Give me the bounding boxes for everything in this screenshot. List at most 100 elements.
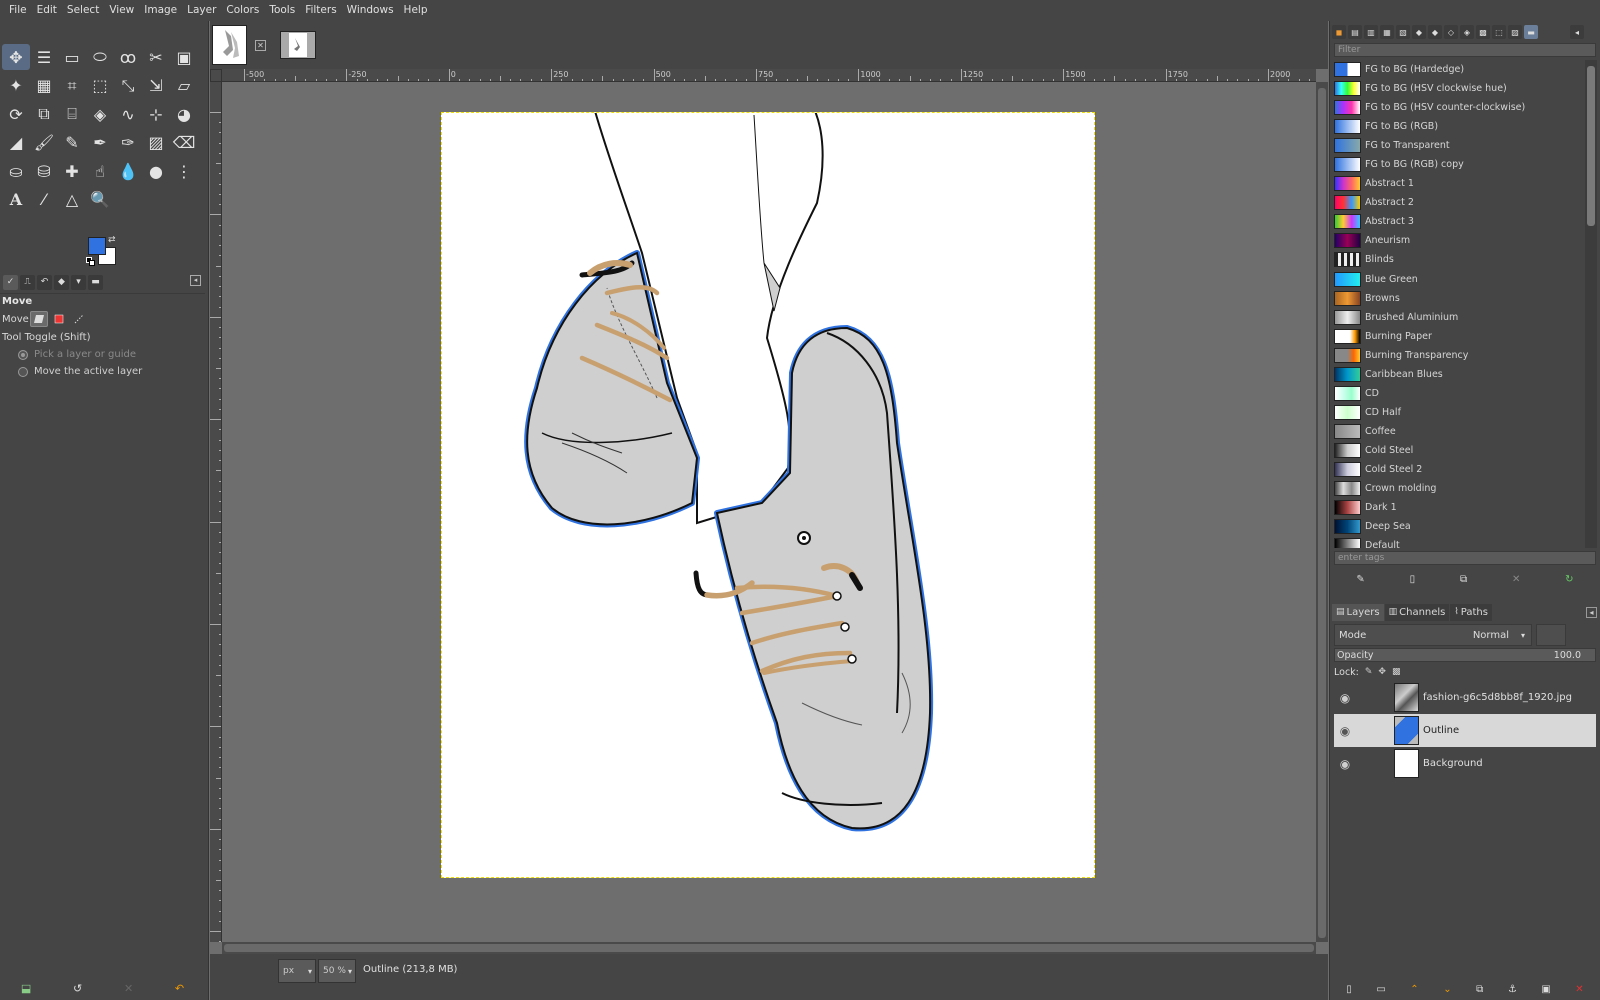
lower-layer-icon[interactable]: ⌄ [1443,984,1451,995]
warp-transform-icon[interactable]: ⤡ [114,73,142,99]
gradient-item[interactable]: Deep Sea [1334,517,1584,536]
tab-paths[interactable]: ⌇ Paths [1450,603,1492,621]
dodge-burn-icon[interactable]: ● [142,158,170,184]
menu-edit[interactable]: Edit [32,0,62,21]
new-layer-icon[interactable]: ▯ [1346,984,1352,995]
delete-options-icon[interactable]: ✕ [124,982,133,995]
panel-menu-icon[interactable]: ◂ [190,275,201,286]
menu-help[interactable]: Help [399,0,433,21]
brushes-tab-icon[interactable]: ◼ [1332,25,1346,39]
3d-transform-icon[interactable]: ◈ [86,101,114,127]
lock-alpha-icon[interactable]: ▩ [1392,667,1401,677]
patterns-tab-icon[interactable]: ▤ [1348,25,1362,39]
opacity-slider[interactable]: Opacity 100.0 [1334,648,1596,662]
gradient-item[interactable]: Coffee [1334,422,1584,441]
ink-tool-icon[interactable]: ✑ [114,130,142,156]
reset-options-icon[interactable]: ↶ [175,982,184,995]
clone-tool-icon[interactable]: ⛀ [2,158,30,184]
composite-mode-button[interactable] [1536,624,1566,646]
eye-icon[interactable]: ◉ [1334,691,1356,705]
cage-transform-icon[interactable]: ∿ [114,101,142,127]
foreground-select-icon[interactable]: ▣ [170,44,198,70]
save-options-icon[interactable]: ⬓ [21,982,31,995]
move-layer-mode-icon[interactable] [30,311,48,327]
images-tab-icon[interactable]: ◆ [54,274,69,290]
menu-view[interactable]: View [104,0,139,21]
anchor-layer-icon[interactable]: ⚓ [1508,984,1517,995]
ellipse-select-icon[interactable]: ⬭ [86,44,114,70]
horizontal-scrollbar[interactable] [222,942,1316,954]
airbrush-icon[interactable]: ✒ [86,130,114,156]
restore-options-icon[interactable]: ↺ [73,982,82,995]
gradient-item[interactable]: Cold Steel [1334,441,1584,460]
delete-layer-icon[interactable]: ✕ [1575,984,1583,995]
gradient-item[interactable]: FG to BG (RGB) copy [1334,155,1584,174]
color-select-icon[interactable]: ▦ [30,73,58,99]
layer-row[interactable]: ◉ Background [1334,747,1596,780]
paintbrush-icon[interactable]: 🖌 [30,130,58,156]
gradient-item[interactable]: Cold Steel 2 [1334,460,1584,479]
gradient-item[interactable]: Aneurism [1334,231,1584,250]
tab-channels[interactable]: ▥ Channels [1384,603,1450,621]
new-layer-group-icon[interactable]: ▭ [1376,984,1385,995]
gradient-item[interactable]: Crown molding [1334,479,1584,498]
vertical-scrollbar-thumb[interactable] [1318,88,1326,938]
delete-gradient-icon[interactable]: ✕ [1512,574,1520,585]
color-picker-icon[interactable]: ⁄ [30,187,58,213]
menu-select[interactable]: Select [62,0,104,21]
horizontal-scrollbar-thumb[interactable] [224,944,1314,952]
eraser-icon[interactable]: ⌫ [170,130,198,156]
gradient-list-scrollbar-thumb[interactable] [1587,66,1595,226]
eye-icon[interactable]: ◉ [1334,724,1356,738]
edit-gradient-icon[interactable]: ✎ [1356,574,1364,585]
templates-tab-icon[interactable]: ◆ [1428,25,1442,39]
histogram-tab-icon[interactable]: ▨ [1508,25,1522,39]
vertical-scrollbar[interactable] [1316,82,1328,942]
gradient-item[interactable]: Brushed Aluminium [1334,308,1584,327]
fonts-tab-icon[interactable]: ▥ [1364,25,1378,39]
lock-position-icon[interactable]: ✥ [1378,667,1386,677]
gradient-item[interactable]: FG to BG (HSV counter-clockwise) [1334,98,1584,117]
menu-filters[interactable]: Filters [300,0,341,21]
gradient-item[interactable]: Abstract 3 [1334,212,1584,231]
radio-move-active[interactable]: Move the active layer [2,363,203,380]
gradient-item[interactable]: Burning Transparency [1334,346,1584,365]
scale-tool-icon[interactable]: ⇲ [142,73,170,99]
bucket-fill-icon[interactable]: ◕ [170,101,198,127]
gradient-item[interactable]: CD [1334,384,1584,403]
shear-tool-icon[interactable]: ▱ [170,73,198,99]
menu-file[interactable]: File [4,0,32,21]
scissors-select-icon[interactable]: ✂ [142,44,170,70]
image-tab-1[interactable]: ✕ [212,23,266,67]
gradient-item[interactable]: FG to Transparent [1334,136,1584,155]
gradient-item[interactable]: Caribbean Blues [1334,365,1584,384]
vertical-ruler[interactable] [210,82,222,942]
gradient-list-scrollbar[interactable] [1585,60,1597,548]
menu-layer[interactable]: Layer [182,0,221,21]
refresh-gradients-icon[interactable]: ↻ [1565,574,1573,585]
tool-options-tab-icon[interactable]: ✓ [3,274,18,290]
gradients-tab-icon[interactable]: ▬ [1524,25,1538,39]
gradient-item[interactable]: Default [1334,536,1584,548]
undo-history-tab-icon[interactable]: ↶ [37,274,52,290]
gradient-item[interactable]: Abstract 2 [1334,193,1584,212]
image-canvas[interactable] [441,112,1095,878]
reset-colors-icon[interactable] [86,257,95,266]
gradient-item[interactable]: FG to BG (Hardedge) [1334,60,1584,79]
paths-tool-icon[interactable]: ⋮ [170,158,198,184]
gradient-item[interactable]: FG to BG (HSV clockwise hue) [1334,79,1584,98]
buffers-tab-icon[interactable]: ⬚ [1492,25,1506,39]
handle-transform-icon[interactable]: ⊹ [142,101,170,127]
fonts-tab-icon[interactable]: ▬ [88,274,103,290]
zoom-select[interactable]: 50 % ▾ [318,959,356,983]
menu-tools[interactable]: Tools [264,0,300,21]
images-tab-icon[interactable]: ◆ [1412,25,1426,39]
gradient-item[interactable]: Blinds [1334,250,1584,269]
mask-layer-icon[interactable]: ▣ [1541,984,1550,995]
radio-pick-layer[interactable]: Pick a layer or guide [2,346,203,363]
horizontal-ruler[interactable]: -500 -250 0 250 500 750 1000 1250 1500 1750 2000 [222,69,1316,82]
gradient-item[interactable]: FG to BG (RGB) [1334,117,1584,136]
image-tab-1-close-icon[interactable]: ✕ [255,39,266,51]
menu-colors[interactable]: Colors [221,0,264,21]
eye-icon[interactable]: ◉ [1334,757,1356,771]
